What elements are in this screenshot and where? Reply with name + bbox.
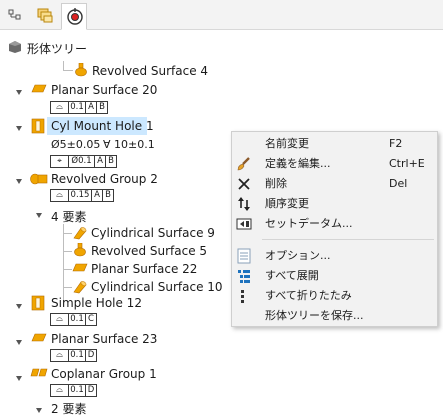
tree-guide-line [63,287,72,288]
menu-item-label: 名前変更 [265,137,309,150]
cylindrical-surface-icon [73,227,87,240]
menu-item-collapse-all[interactable]: すべて折りたたみ [232,286,437,305]
tolerance-value: 0.1 [68,349,86,362]
options-icon [237,248,251,264]
collapse-arrow-icon[interactable] [16,90,22,95]
datum-c: C [85,313,97,326]
tree-item-revolved-group-2[interactable]: Revolved Group 2 [51,172,158,186]
menu-item-label: 順序変更 [265,197,309,210]
model-tree-tab-icon [8,9,21,20]
simple-hole-icon [31,295,45,311]
menu-item-set-datum[interactable]: セットデータム... [232,214,437,233]
tolerance-value: 0.15 [68,189,92,202]
collapse-arrow-icon[interactable] [16,304,22,309]
rename-icon [236,136,252,152]
tolerance-value: Ø0.1 [68,155,95,168]
tree-guide-line [63,269,72,270]
menu-item-label: セットデータム... [265,217,353,230]
expand-all-icon [238,270,250,283]
delete-x-icon [238,178,250,190]
datum-d: D [85,384,97,397]
menu-item-label: 削除 [265,177,287,190]
tree-guide-line [63,251,72,252]
profile-symbol-icon: ⌓ [50,384,69,397]
revolved-group-icon [30,173,48,185]
tolerance-value: 0.1 [68,101,86,114]
tree-root-label[interactable]: 形体ツリー [27,40,87,57]
part-icon [9,41,21,53]
collapse-arrow-icon[interactable] [16,126,22,131]
set-datum-icon [236,218,252,230]
datum-b: B [105,155,117,168]
collapse-arrow-icon[interactable] [16,179,22,184]
planar-surface-icon [31,84,47,93]
profile-symbol-icon: ⌓ [50,101,69,114]
menu-item-rename[interactable]: 名前変更 F2 [232,134,437,153]
tree-item-elements-4[interactable]: 4 要素 [51,208,86,225]
cylinder-hole-icon [31,118,45,134]
menu-item-shortcut: F2 [389,137,403,150]
tree-guide-line [63,233,72,234]
hole-depth-dimension[interactable]: ∀ 10±0.1 [103,138,155,151]
edit-definition-brush-icon [237,157,250,171]
menu-item-label: 形体ツリーを保存... [265,309,364,322]
datum-d: D [85,349,97,362]
menu-item-label: 定義を編集... [265,157,331,170]
tree-guide-line [63,224,64,306]
menu-item-label: すべて折りたたみ [265,289,352,302]
collapse-arrow-icon[interactable] [16,376,22,381]
tree-item-revolved-surface-4[interactable]: Revolved Surface 4 [92,64,208,78]
tree-item-coplanar-group-1[interactable]: Coplanar Group 1 [51,367,157,381]
tree-item-planar-surface-20[interactable]: Planar Surface 20 [51,83,157,97]
profile-symbol-icon: ⌓ [50,349,69,362]
menu-item-save-tree[interactable]: 形体ツリーを保存... [232,306,437,325]
datum-b: B [96,101,108,114]
tolerance-value: 0.1 [68,313,86,326]
tree-item-simple-hole-12[interactable]: Simple Hole 12 [51,296,142,310]
detail-tree-tab-icon [67,8,83,25]
tab-layer-tree[interactable] [32,3,58,29]
profile-symbol-icon: ⌓ [50,313,69,326]
tolerance-value: 0.1 [68,384,86,397]
context-menu: 名前変更 F2 定義を編集... Ctrl+E 削除 Del 順序変更 セットデ… [231,131,438,327]
menu-item-shortcut: Del [389,177,408,190]
tree-guide-line [63,61,64,70]
coplanar-group-icon [30,368,48,377]
planar-surface-icon [72,263,88,272]
profile-symbol-icon: ⌓ [50,189,69,202]
collapse-arrow-icon[interactable] [16,340,22,345]
tree-item-elements-2[interactable]: 2 要素 [51,400,86,417]
tree-item-revolved-surface-5[interactable]: Revolved Surface 5 [91,244,207,258]
tab-detail-tree[interactable] [61,3,87,30]
menu-separator [262,239,434,240]
tree-item-cylindrical-surface-10[interactable]: Cylindrical Surface 10 [91,280,223,294]
menu-item-label: オプション... [265,249,331,262]
tree-item-cylindrical-surface-9[interactable]: Cylindrical Surface 9 [91,226,215,240]
tree-item-cyl-mount-hole-1[interactable]: Cyl Mount Hole 1 [51,119,154,133]
menu-item-reorder[interactable]: 順序変更 [232,194,437,213]
layer-tree-tab-icon [37,8,53,23]
hole-diameter-dimension[interactable]: Ø5±0.05 [51,138,100,151]
menu-item-options[interactable]: オプション... [232,246,437,265]
tab-model-tree[interactable] [3,3,29,29]
position-symbol-icon: ⌖ [50,155,69,168]
tree-guide-line [63,70,73,71]
menu-item-edit-definition[interactable]: 定義を編集... Ctrl+E [232,154,437,173]
datum-b: B [102,189,114,202]
menu-item-label: すべて展開 [265,269,319,282]
tree-item-planar-surface-22[interactable]: Planar Surface 22 [91,262,197,276]
revolved-surface-icon [74,243,86,257]
collapse-all-icon [241,290,244,303]
cylindrical-surface-icon [73,281,87,294]
tree-item-planar-surface-23[interactable]: Planar Surface 23 [51,332,157,346]
collapse-arrow-icon[interactable] [36,408,42,413]
menu-item-shortcut: Ctrl+E [389,157,425,170]
menu-item-expand-all[interactable]: すべて展開 [232,266,437,285]
revolved-surface-icon [75,63,87,77]
planar-surface-icon [31,333,47,342]
collapse-arrow-icon[interactable] [36,213,42,218]
menu-item-delete[interactable]: 削除 Del [232,174,437,193]
reorder-arrows-icon [238,197,250,211]
